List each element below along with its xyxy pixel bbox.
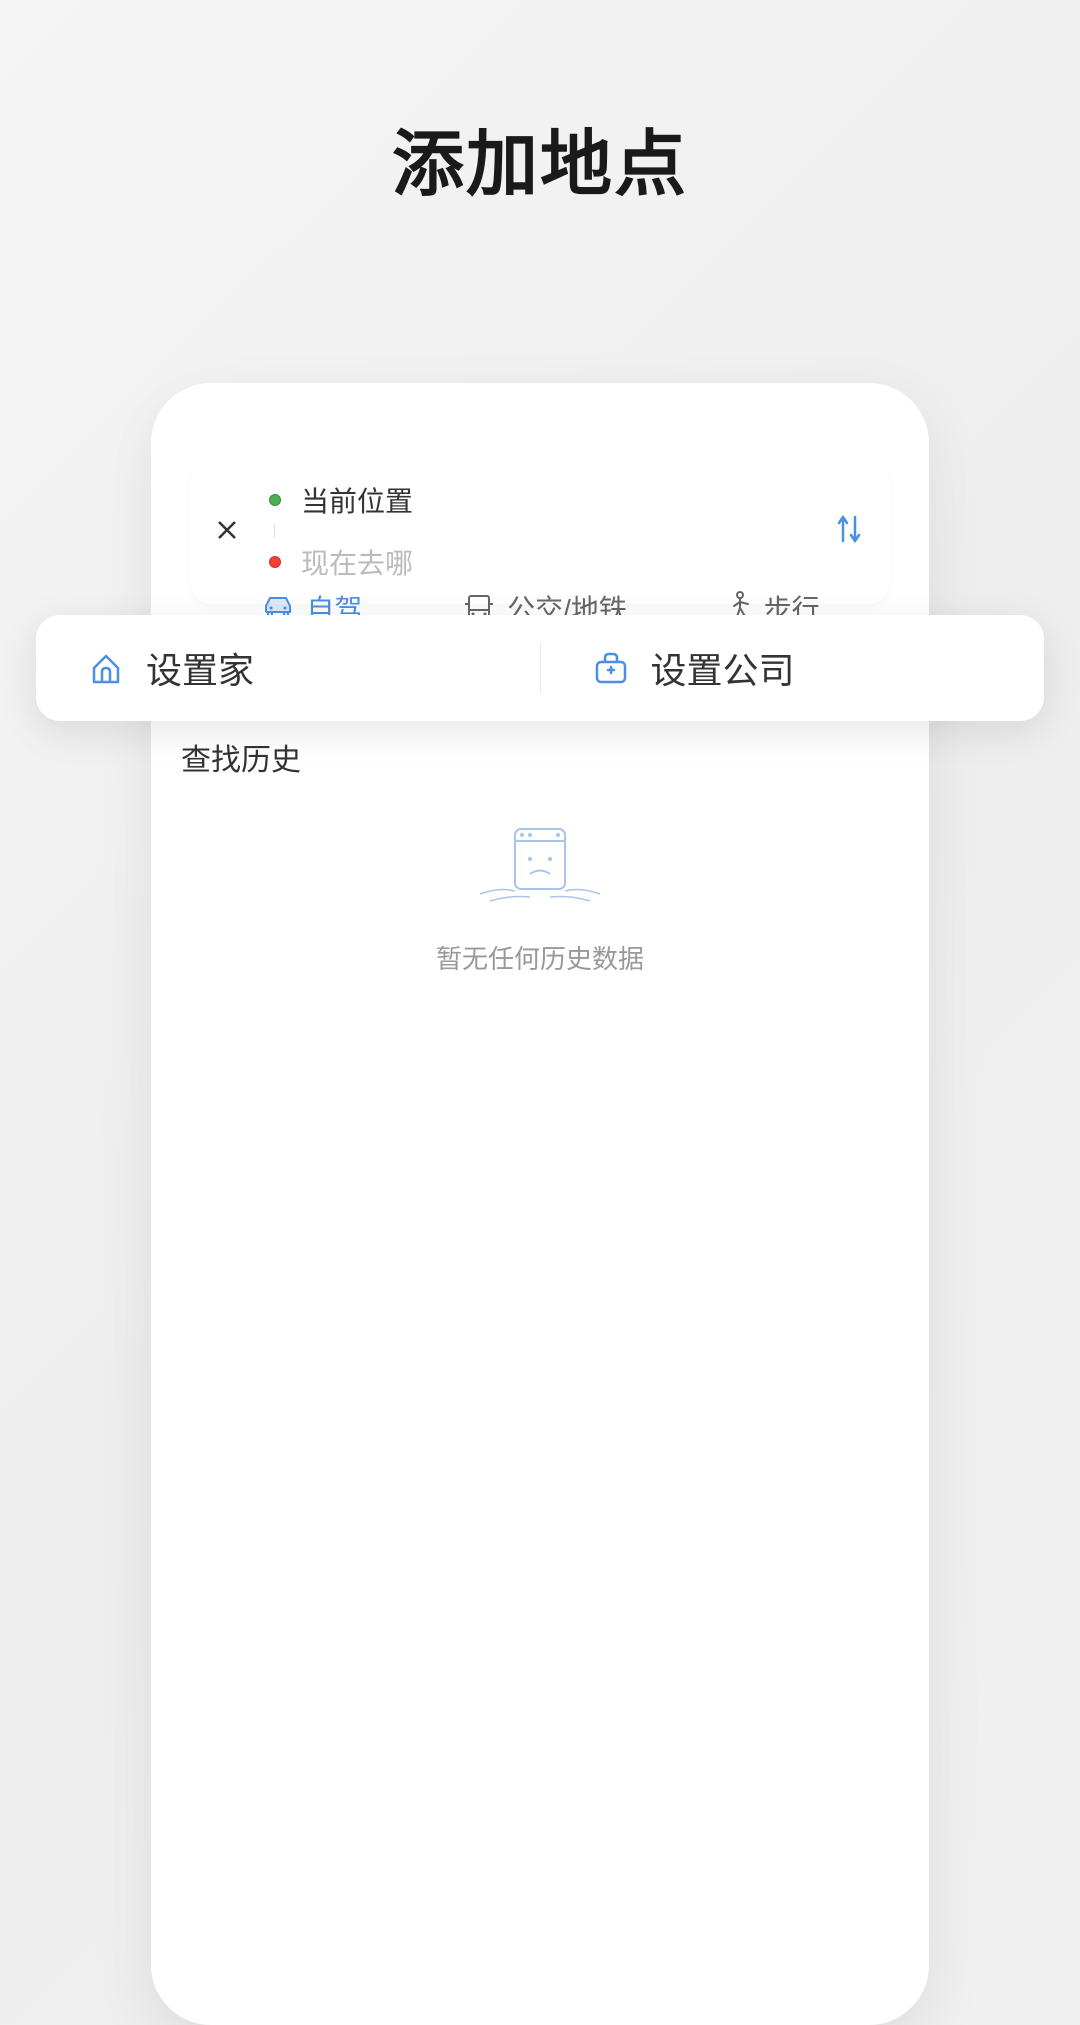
empty-illustration-icon	[460, 819, 620, 919]
briefcase-icon	[591, 648, 631, 688]
empty-message: 暂无任何历史数据	[436, 939, 644, 976]
set-company-label: 设置公司	[651, 642, 795, 694]
quick-set-card: 设置家 设置公司	[36, 615, 1044, 721]
set-company-button[interactable]: 设置公司	[541, 642, 1045, 694]
origin-dot-icon	[269, 494, 281, 506]
origin-row[interactable]: 当前位置	[269, 476, 813, 524]
origin-text: 当前位置	[301, 480, 413, 520]
set-home-button[interactable]: 设置家	[36, 642, 540, 694]
home-icon	[86, 648, 126, 688]
set-home-label: 设置家	[146, 642, 254, 694]
destination-dot-icon	[269, 556, 281, 568]
empty-state: 暂无任何历史数据	[181, 819, 899, 976]
location-inputs: 当前位置 现在去哪	[269, 476, 813, 586]
close-icon	[215, 518, 239, 542]
dots-connector	[274, 524, 275, 538]
history-title: 查找历史	[181, 735, 899, 779]
swap-button[interactable]	[833, 509, 865, 554]
swap-icon	[833, 509, 865, 549]
history-section: 查找历史 暂无任何历史数据	[181, 735, 899, 976]
close-button[interactable]	[215, 513, 239, 550]
page-title: 添加地点	[0, 105, 1080, 210]
destination-placeholder: 现在去哪	[301, 542, 413, 582]
